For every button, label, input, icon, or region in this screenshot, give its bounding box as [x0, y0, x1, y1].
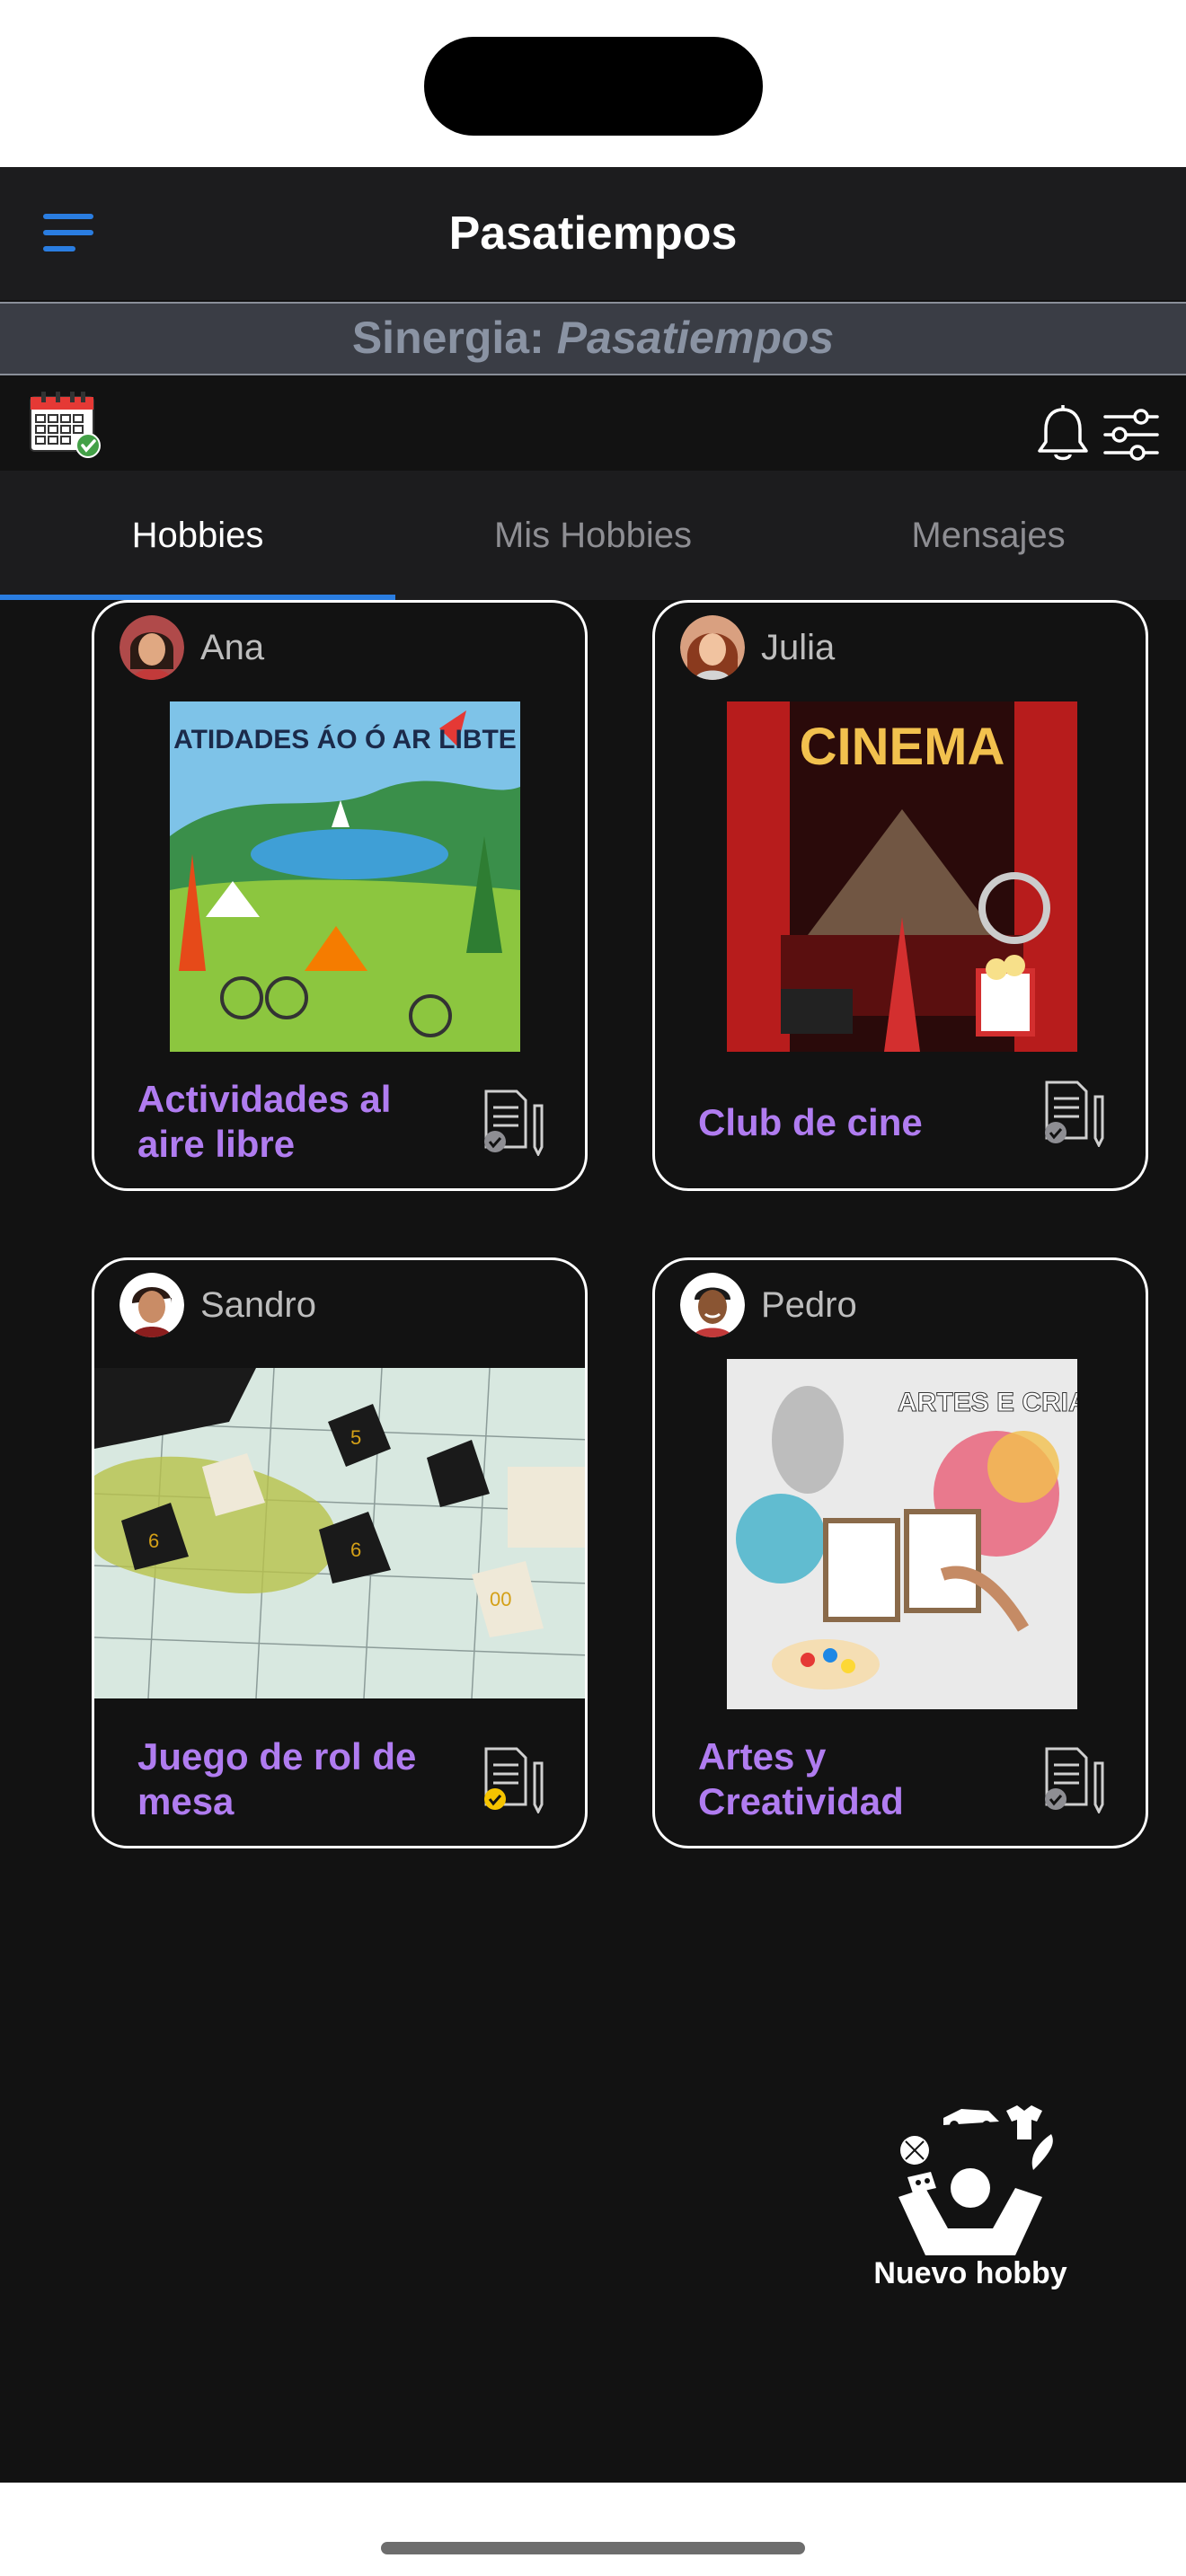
svg-text:6: 6 [350, 1539, 361, 1561]
synergy-label: Sinergia: [351, 313, 544, 363]
new-hobby-label: Nuevo hobby [873, 2256, 1067, 2290]
calendar-check-icon[interactable] [29, 390, 101, 458]
hobby-card-pedro[interactable]: Pedro ARTES E CRIAVIDADE Artes y Creativ… [652, 1257, 1148, 1848]
image-caption: CINEMA [800, 718, 1005, 776]
avatar [680, 1273, 745, 1337]
document-pending-icon [1045, 1747, 1104, 1813]
image-caption: ARTES E CRIAVIDADE [898, 1388, 1077, 1417]
tab-hobbies[interactable]: Hobbies [0, 471, 395, 600]
tab-mensajes[interactable]: Mensajes [791, 471, 1186, 600]
hobby-image: ATIDADES ÁO Ó AR LIBTE [170, 701, 520, 1052]
tab-bar: Hobbies Mis Hobbies Mensajes [0, 471, 1186, 600]
image-caption: ATIDADES ÁO Ó AR LIBTE [173, 724, 517, 754]
new-hobby-button[interactable]: Nuevo hobby [854, 2098, 1087, 2296]
card-header: Pedro [680, 1273, 857, 1337]
hobby-title: Juego de rol de mesa [137, 1735, 417, 1822]
status-bar [0, 0, 1186, 167]
dynamic-island [424, 37, 763, 136]
avatar [680, 615, 745, 680]
app-screen: Pasatiempos Sinergia: Pasatiempos Hobbie… [0, 167, 1186, 2483]
document-pending-icon [484, 1090, 544, 1156]
home-indicator[interactable] [381, 2542, 805, 2554]
hobby-image: ARTES E CRIAVIDADE [727, 1359, 1077, 1709]
owner-name: Sandro [200, 1284, 316, 1325]
document-pending-icon [1045, 1081, 1104, 1147]
document-approved-icon [484, 1747, 544, 1813]
owner-name: Pedro [761, 1284, 857, 1325]
hobby-card-sandro[interactable]: Sandro 5 6 6 00 Juego de rol de mesa [92, 1257, 588, 1848]
sliders-icon[interactable] [1102, 408, 1161, 462]
navigation-bar: Pasatiempos [0, 167, 1186, 300]
page-title: Pasatiempos [448, 207, 738, 260]
synergy-value: Pasatiempos [556, 313, 835, 363]
bell-icon[interactable] [1035, 404, 1091, 463]
tab-mis-hobbies[interactable]: Mis Hobbies [395, 471, 791, 600]
svg-text:6: 6 [148, 1530, 159, 1552]
hobby-image: 5 6 6 00 [94, 1368, 585, 1698]
hobby-image: CINEMA [727, 701, 1077, 1052]
owner-name: Ana [200, 627, 265, 667]
juggler-icon [898, 2105, 1053, 2255]
hobby-title: Actividades al aire libre [137, 1078, 392, 1165]
owner-name: Julia [761, 627, 836, 667]
card-header: Ana [119, 615, 264, 680]
svg-text:00: 00 [490, 1588, 511, 1610]
hobby-card-julia[interactable]: Julia CINEMA Club de cine [652, 600, 1148, 1191]
svg-text:5: 5 [350, 1426, 361, 1449]
hobby-title: Club de cine [698, 1101, 923, 1143]
avatar [119, 615, 184, 680]
home-indicator-area [0, 2483, 1186, 2576]
card-header: Julia [680, 615, 835, 680]
hobby-title: Artes y Creatividad [698, 1735, 904, 1822]
card-header: Sandro [119, 1273, 316, 1337]
avatar [119, 1273, 184, 1337]
synergy-banner: Sinergia: Pasatiempos [0, 302, 1186, 375]
toolbar [0, 377, 1186, 471]
hobby-card-ana[interactable]: Ana ATIDADES ÁO Ó AR LIBTE Actividades a… [92, 600, 588, 1191]
